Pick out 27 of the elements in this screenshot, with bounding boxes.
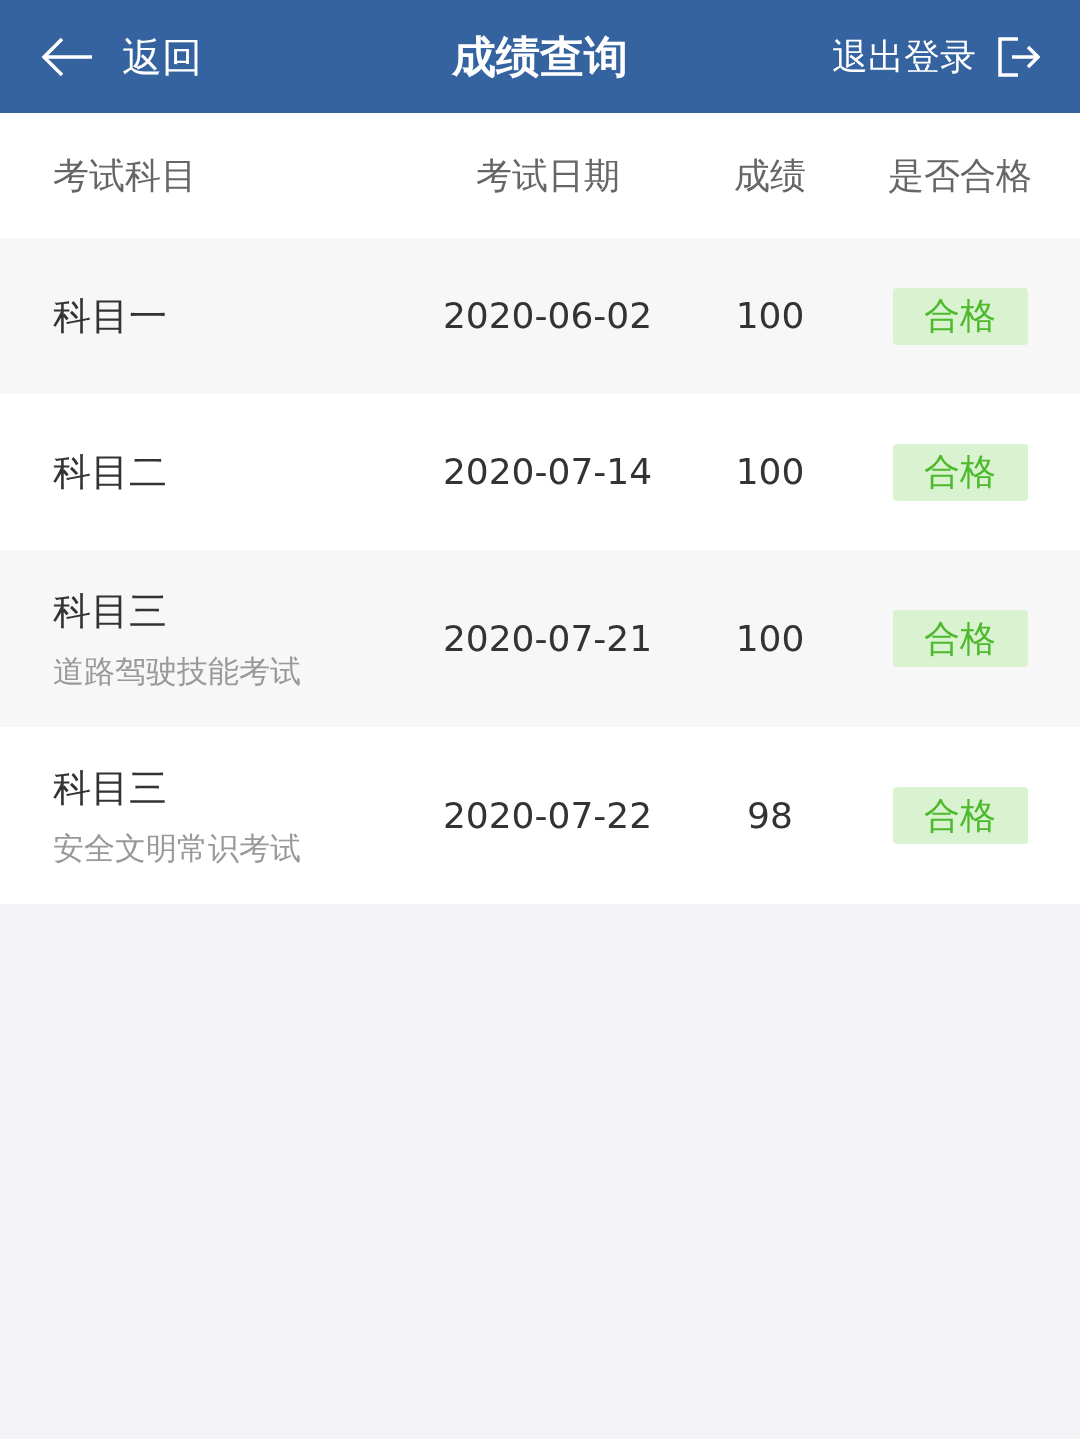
subject-name: 科目三 — [53, 587, 168, 635]
subject-name: 科目一 — [53, 292, 168, 340]
exam-date: 2020-07-14 — [442, 450, 653, 494]
column-header: 是否合格 — [888, 153, 1032, 198]
exam-date: 2020-06-02 — [442, 294, 653, 338]
page-title: 成绩查询 — [452, 29, 628, 84]
column-header: 考试科目 — [53, 153, 197, 198]
back-arrow-icon — [40, 36, 94, 77]
result-badge: 合格 — [892, 610, 1028, 667]
exam-date: 2020-07-21 — [442, 616, 653, 661]
subject-name: 科目三 — [53, 764, 168, 812]
back-button[interactable]: 返回 — [40, 26, 202, 87]
subject-subtitle: 安全文明常识考试 — [53, 828, 302, 868]
exam-date: 2020-07-22 — [442, 793, 653, 838]
result-badge: 合格 — [892, 287, 1028, 345]
column-header: 考试日期 — [475, 153, 620, 198]
result-badge: 合格 — [892, 443, 1028, 501]
result-badge: 合格 — [892, 787, 1028, 844]
score: 100 — [735, 616, 805, 661]
logout-icon — [996, 34, 1040, 79]
score: 100 — [735, 294, 805, 338]
logout-button[interactable]: 退出登录 — [832, 29, 1040, 84]
subject-subtitle: 道路驾驶技能考试 — [53, 651, 302, 691]
score: 98 — [747, 793, 793, 838]
subject-name: 科目二 — [53, 448, 168, 496]
score: 100 — [735, 450, 805, 494]
column-header: 成绩 — [734, 153, 806, 198]
